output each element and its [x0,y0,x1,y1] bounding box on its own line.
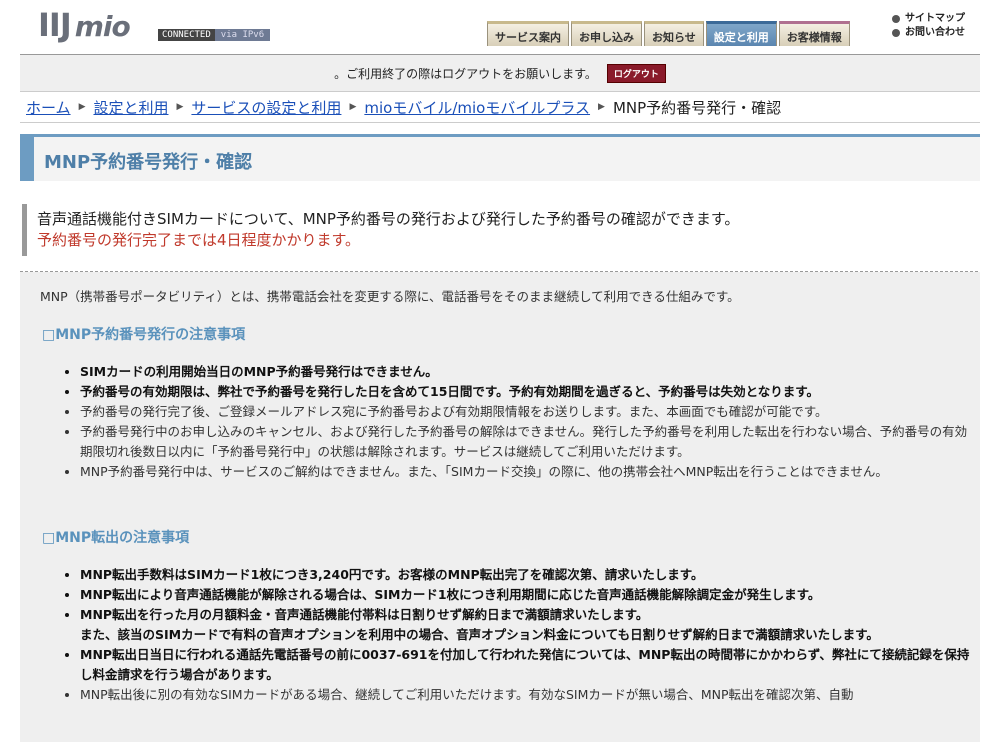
connection-badge: CONNECTED via IPv6 [158,29,271,41]
breadcrumb-current: MNP予約番号発行・確認 [612,98,782,117]
connection-type: via IPv6 [214,29,271,41]
contact-link[interactable]: お問い合わせ [892,26,965,40]
breadcrumb-mio-mobile[interactable]: mioモバイル/mioモバイルプラス [364,97,590,118]
list-item: SIMカードの利用開始当日のMNP予約番号発行はできません。 [80,362,970,382]
logout-notice-bar: 。ご利用終了の際はログアウトをお願いします。 ログアウト [20,55,980,92]
page-title-bar: MNP予約番号発行・確認 [20,134,980,181]
chevron-right-icon: ▶ [349,102,357,112]
breadcrumb-service-settings[interactable]: サービスの設定と利用 [191,97,341,118]
list-item: MNP転出手数料はSIMカード1枚につき3,240円です。お客様のMNP転出完了… [80,565,970,585]
tab-news[interactable]: お知らせ [644,21,704,46]
site-header: IIJ mio CONNECTED via IPv6 サービス案内 お申し込み お… [20,0,980,55]
tab-settings-usage[interactable]: 設定と利用 [705,21,777,46]
page-title: MNP予約番号発行・確認 [44,152,253,173]
section-title-transfer-notes: □MNP転出の注意事項 [42,530,190,546]
connection-status: CONNECTED [158,29,215,41]
list-item: MNP転出後に別の有効なSIMカードがある場合、継続してご利用いただけます。有効… [80,685,970,705]
mnp-intro: MNP（携帯番号ポータビリティ）とは、携帯電話会社を変更する際に、電話番号をその… [40,289,740,304]
tab-service-guide[interactable]: サービス案内 [487,21,569,46]
lead-warning: 予約番号の発行完了までは4日程度かかります。 [37,231,361,249]
chevron-right-icon: ▶ [598,102,605,112]
logout-button[interactable]: ログアウト [606,63,666,83]
tab-customer-info[interactable]: お客様情報 [778,21,850,46]
issue-notes-list: SIMカードの利用開始当日のMNP予約番号発行はできません。 予約番号の有効期限… [60,362,970,482]
iijmio-logo[interactable]: IIJ mio [38,6,131,44]
sitemap-link[interactable]: サイトマップ [892,12,965,26]
logout-notice-text: 。ご利用終了の際はログアウトをお願いします。 [334,66,597,81]
content-box: MNP（携帯番号ポータビリティ）とは、携帯電話会社を変更する際に、電話番号をその… [20,272,980,742]
list-item: 予約番号の発行完了後、ご登録メールアドレス宛に予約番号および有効期限情報をお送り… [80,402,970,422]
lead-text: 音声通話機能付きSIMカードについて、MNP予約番号の発行および発行した予約番号… [37,210,740,228]
tab-apply[interactable]: お申し込み [571,21,642,46]
list-item: MNP転出により音声通話機能が解除される場合は、SIMカード1枚につき利用期間に… [80,585,970,605]
main-nav: サービス案内 お申し込み お知らせ 設定と利用 お客様情報 [487,21,850,46]
list-item: 予約番号の有効期限は、弊社で予約番号を発行した日を含めて15日間です。予約有効期… [80,382,970,402]
breadcrumb-home[interactable]: ホーム [26,97,71,118]
list-item: 予約番号発行中のお申し込みのキャンセル、および発行した予約番号の解除はできません… [80,422,970,462]
utility-links: サイトマップ お問い合わせ [892,12,965,40]
list-item: MNP転出を行った月の月額料金・音声通話機能付帯料は日割りせず解約日まで満額請求… [80,605,970,645]
title-accent [20,134,34,181]
bullet-icon [892,29,900,37]
chevron-right-icon: ▶ [78,102,86,112]
list-item: MNP予約番号発行中は、サービスのご解約はできません。また、「SIMカード交換」… [80,462,970,482]
bullet-icon [892,15,900,23]
list-item: MNP転出日当日に行われる通話先電話番号の前に0037-691を付加して行われた… [80,645,970,685]
transfer-notes-list: MNP転出手数料はSIMカード1枚につき3,240円です。お客様のMNP転出完了… [60,565,970,705]
breadcrumb: ホーム ▶ 設定と利用 ▶ サービスの設定と利用 ▶ mioモバイル/mioモバ… [20,92,980,123]
chevron-right-icon: ▶ [176,102,184,112]
section-title-issue-notes: □MNP予約番号発行の注意事項 [42,327,246,343]
breadcrumb-settings-usage[interactable]: 設定と利用 [93,97,168,118]
lead-block: 音声通話機能付きSIMカードについて、MNP予約番号の発行および発行した予約番号… [22,204,962,256]
